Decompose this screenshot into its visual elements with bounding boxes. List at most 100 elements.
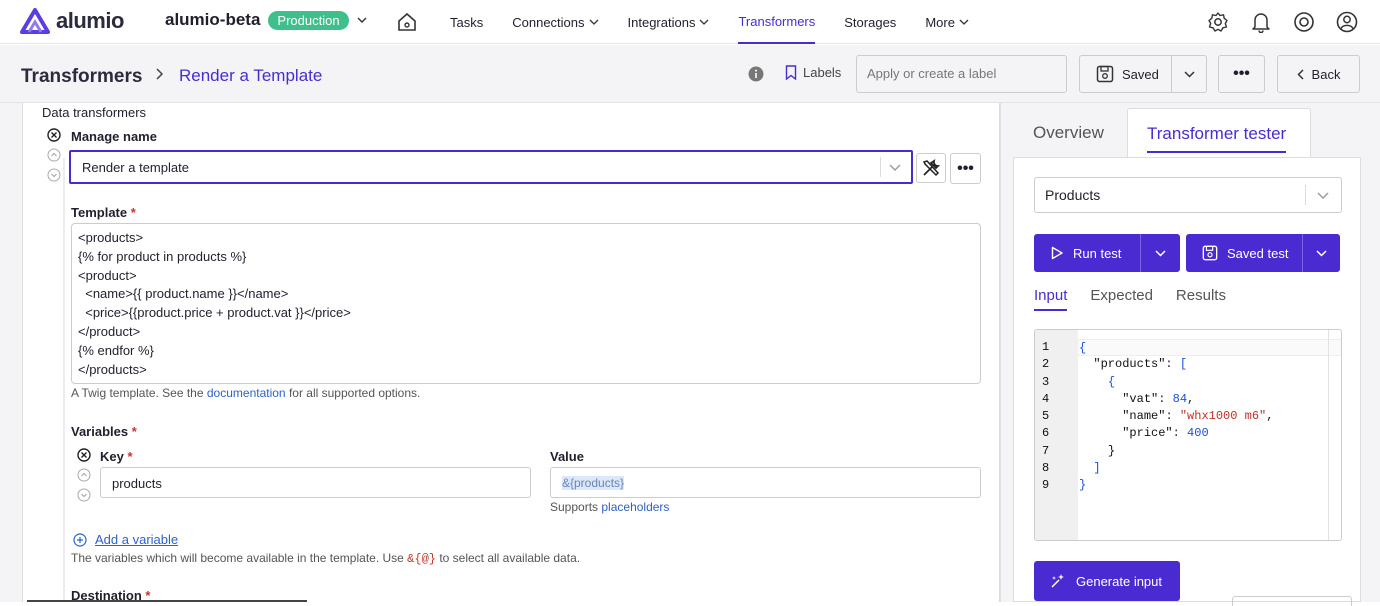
run-test-caret[interactable] — [1141, 249, 1180, 257]
template-help: A Twig template. See the documentation f… — [71, 386, 421, 400]
subtab-results[interactable]: Results — [1176, 287, 1226, 311]
variable-value-input[interactable]: &{products} — [550, 467, 981, 498]
chevron-down-icon — [1183, 70, 1195, 78]
saved-dropdown-caret[interactable] — [1172, 70, 1206, 78]
chevron-down-icon — [959, 19, 969, 25]
user-actions — [1205, 9, 1360, 35]
breadcrumb-root[interactable]: Transformers — [21, 66, 142, 88]
chevron-left-icon — [1296, 68, 1304, 80]
chevron-down-icon — [889, 160, 901, 175]
manage-name-label: Manage name — [71, 129, 157, 144]
chevron-down-icon — [357, 17, 367, 23]
tab-transformer-tester[interactable]: Transformer tester — [1127, 108, 1311, 158]
move-down-icon[interactable] — [47, 168, 61, 182]
section-title: Data transformers — [42, 105, 147, 120]
item-more-button[interactable]: ••• — [950, 153, 981, 184]
select-divider — [1305, 185, 1306, 205]
nav-more[interactable]: More — [925, 0, 969, 44]
saved-main-button[interactable]: Saved — [1080, 56, 1172, 92]
generate-input-button[interactable]: Generate input — [1034, 561, 1180, 601]
add-variable-button[interactable]: Add a variable — [73, 532, 178, 547]
move-down-icon[interactable] — [77, 488, 91, 502]
home-icon[interactable] — [394, 9, 420, 35]
chevron-down-icon — [1155, 249, 1166, 257]
nav-tasks[interactable]: Tasks — [450, 0, 483, 44]
saved-button[interactable]: Saved — [1079, 55, 1207, 93]
chevron-right-icon — [156, 67, 164, 84]
info-icon[interactable] — [748, 66, 764, 87]
tools-icon — [922, 159, 941, 177]
secondary-button-edge[interactable] — [1232, 596, 1352, 606]
support-lifebuoy-icon[interactable] — [1291, 9, 1317, 35]
variable-controls — [75, 448, 93, 502]
remove-variable-icon[interactable] — [77, 448, 91, 462]
back-button[interactable]: Back — [1277, 55, 1360, 93]
environment-badge: Production — [268, 10, 349, 30]
select-divider — [880, 157, 881, 177]
play-icon — [1051, 246, 1063, 260]
variables-label: Variables * — [71, 424, 137, 439]
saved-test-caret[interactable] — [1303, 249, 1340, 257]
chevron-down-icon — [699, 19, 709, 25]
chevron-down-icon — [1317, 187, 1329, 203]
label-input[interactable]: Apply or create a label — [856, 55, 1067, 93]
environment-switcher[interactable]: alumio-beta Production — [165, 10, 367, 30]
editor-panel: Data transformers Manage name Render a t… — [0, 103, 1000, 603]
subtab-expected[interactable]: Expected — [1090, 287, 1153, 311]
subtab-input[interactable]: Input — [1034, 287, 1068, 311]
json-code: { "products": [ { "vat": 84, "name": "wh… — [1078, 330, 1341, 540]
move-up-icon[interactable] — [77, 468, 91, 482]
tools-button[interactable] — [916, 153, 946, 183]
move-up-icon[interactable] — [47, 148, 61, 162]
nav-storages[interactable]: Storages — [844, 0, 896, 44]
bookmark-icon — [785, 65, 797, 80]
more-actions-button[interactable]: ••• — [1218, 55, 1265, 93]
main-nav: Tasks Connections Integrations Transform… — [450, 0, 998, 44]
editor-scrollbar[interactable] — [1328, 330, 1329, 540]
run-test-main[interactable]: Run test — [1034, 234, 1141, 272]
saved-test-main[interactable]: Saved test — [1186, 234, 1303, 272]
tester-subtabs: Input Expected Results — [1034, 287, 1226, 311]
variable-key-input[interactable]: products — [100, 467, 531, 498]
brand-logo[interactable]: alumio — [20, 8, 124, 34]
top-navigation: alumio alumio-beta Production Tasks Conn… — [0, 0, 1380, 44]
input-json-editor[interactable]: 1 2 3 4 5 6 7 8 9 { "products": [ { "vat… — [1034, 329, 1342, 541]
transformer-form: Data transformers Manage name Render a t… — [22, 103, 1000, 603]
tester-card: Products Run test Saved test Input Expec… — [1013, 157, 1361, 606]
nav-integrations[interactable]: Integrations — [628, 0, 710, 44]
entity-select[interactable]: Products — [1034, 177, 1342, 213]
supports-help: Supports placeholders — [550, 500, 670, 514]
remove-item-icon[interactable] — [47, 128, 61, 142]
item-controls — [45, 128, 63, 182]
labels-button[interactable]: Labels — [785, 65, 841, 80]
nav-transformers[interactable]: Transformers — [738, 0, 816, 44]
sparkle-icon — [1051, 574, 1064, 588]
nesting-line — [63, 158, 65, 602]
value-placeholder-token: &{products} — [562, 476, 625, 490]
template-textarea[interactable]: <products> {% for product in products %}… — [71, 223, 981, 384]
placeholders-link[interactable]: placeholders — [601, 500, 669, 514]
transformer-select[interactable]: Render a template — [69, 150, 913, 184]
nav-connections[interactable]: Connections — [512, 0, 598, 44]
alumio-logo-icon — [20, 8, 50, 34]
environment-name: alumio-beta — [165, 10, 261, 29]
page-header: Transformers Render a Template Labels Ap… — [0, 45, 1380, 103]
notifications-bell-icon[interactable] — [1248, 9, 1274, 35]
line-number-gutter: 1 2 3 4 5 6 7 8 9 — [1035, 330, 1078, 540]
brand-name: alumio — [56, 8, 124, 33]
tester-panel: Overview Transformer tester Products Run… — [1000, 103, 1380, 606]
run-test-button[interactable]: Run test — [1034, 234, 1180, 272]
template-label: Template * — [71, 205, 136, 220]
settings-gear-icon[interactable] — [1205, 9, 1231, 35]
chevron-down-icon — [1316, 249, 1327, 257]
breadcrumb-current: Render a Template — [179, 66, 323, 85]
save-disk-icon — [1096, 65, 1114, 83]
documentation-link[interactable]: documentation — [207, 386, 286, 400]
value-label: Value — [550, 449, 584, 464]
user-profile-icon[interactable] — [1334, 9, 1360, 35]
key-label: Key * — [100, 449, 133, 464]
tab-overview[interactable]: Overview — [1033, 123, 1104, 143]
chevron-down-icon — [589, 19, 598, 25]
saved-test-button[interactable]: Saved test — [1186, 234, 1340, 272]
save-disk-icon — [1202, 245, 1218, 261]
